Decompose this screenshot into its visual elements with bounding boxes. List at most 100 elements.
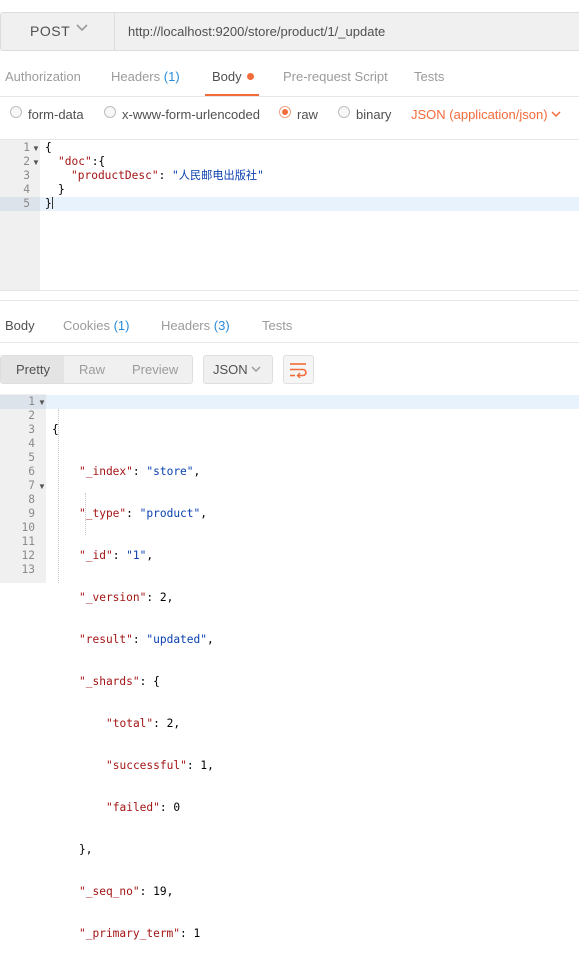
line-number: 5 (28, 451, 35, 464)
preview-button[interactable]: Preview (132, 362, 178, 377)
response-headers-label: Headers (161, 318, 211, 333)
json-number: 2 (166, 717, 174, 730)
json-brace: { (52, 423, 59, 436)
json-brace: } (45, 197, 52, 210)
json-brace: { (45, 141, 52, 154)
radio-binary[interactable] (338, 106, 350, 118)
pretty-label: Pretty (16, 362, 50, 377)
line-number: 12 (21, 549, 35, 562)
raw-label: raw (297, 107, 318, 122)
json-key: "productDesc" (71, 169, 159, 182)
headers-count: (1) (163, 69, 180, 84)
line-number: 11 (21, 535, 35, 548)
urlencoded-label: x-www-form-urlencoded (122, 107, 260, 122)
divider (0, 96, 579, 97)
divider (0, 300, 579, 301)
json-string: "人民邮电出版社" (172, 169, 264, 182)
json-number: 2 (159, 591, 167, 604)
line-number: 7 (28, 479, 35, 492)
request-editor[interactable]: { "doc":{ "productDesc": "人民邮电出版社" } } (45, 141, 264, 211)
json-key: "_index" (79, 465, 133, 478)
response-headers-count: (3) (213, 318, 230, 333)
tab-tests[interactable]: Tests (414, 69, 444, 84)
chevron-down-icon (251, 366, 261, 373)
url-value: http://localhost:9200/store/product/1/_u… (128, 24, 386, 39)
chevron-down-icon (76, 24, 88, 32)
json-string: "updated" (146, 633, 207, 646)
json-key: "total" (106, 717, 154, 730)
line-number: 5 (23, 197, 30, 210)
json-key: "_version" (79, 591, 147, 604)
line-number: 8 (28, 493, 35, 506)
json-string: "1" (126, 549, 147, 562)
json-number: 19 (153, 885, 167, 898)
fold-arrow-icon[interactable]: ▼ (32, 144, 40, 153)
tab-headers-label: Headers (111, 69, 161, 84)
json-punct: : (158, 169, 173, 182)
line-number: 2 (23, 155, 30, 168)
json-key: "_id" (79, 549, 113, 562)
json-number: 0 (173, 801, 181, 814)
fold-arrow-icon[interactable]: ▼ (38, 482, 46, 491)
format-label: JSON (213, 362, 248, 377)
json-number: 1 (200, 759, 208, 772)
chevron-down-icon (551, 111, 561, 118)
tab-headers[interactable]: Headers (1) (111, 69, 180, 84)
text-cursor (51, 197, 53, 209)
line-number: 3 (28, 423, 35, 436)
tab-body[interactable]: Body (212, 69, 254, 84)
line-number: 3 (23, 169, 30, 182)
cookies-label: Cookies (63, 318, 110, 333)
line-number: 6 (28, 465, 35, 478)
line-number: 1 (23, 141, 30, 154)
json-string: "product" (139, 507, 201, 520)
line-number: 13 (21, 563, 35, 576)
fold-arrow-icon[interactable]: ▼ (38, 398, 46, 407)
radio-urlencoded[interactable] (104, 106, 116, 118)
response-body[interactable]: { "_index": "store", "_type": "product",… (52, 395, 214, 955)
response-tab-tests[interactable]: Tests (262, 318, 292, 333)
line-number: 9 (28, 507, 35, 520)
divider (0, 342, 579, 343)
line-number: 10 (21, 521, 35, 534)
json-brace: { (153, 675, 160, 688)
json-key: "result" (79, 633, 133, 646)
binary-label: binary (356, 107, 392, 122)
json-string: "store" (146, 465, 194, 478)
json-key: "successful" (106, 759, 187, 772)
modified-dot-icon (246, 73, 254, 80)
form-data-label: form-data (28, 107, 84, 122)
response-tab-body[interactable]: Body (5, 318, 35, 333)
line-number: 4 (28, 437, 35, 450)
divider (0, 139, 579, 140)
json-brace: } (58, 183, 65, 196)
tab-authorization[interactable]: Authorization (5, 69, 81, 84)
raw-button[interactable]: Raw (79, 362, 105, 377)
json-number: 1 (193, 927, 201, 940)
cookies-count: (1) (113, 318, 130, 333)
line-number: 4 (23, 183, 30, 196)
divider (0, 290, 579, 291)
radio-form-data[interactable] (10, 106, 22, 118)
radio-raw[interactable] (279, 106, 291, 118)
json-key: "failed" (106, 801, 160, 814)
response-tab-headers[interactable]: Headers (3) (161, 318, 230, 333)
json-key: "_seq_no" (79, 885, 140, 898)
json-key: "_type" (79, 507, 127, 520)
response-line-numbers: 1 2 3 4 5 6 7 8 9 10 11 12 13 (5, 395, 35, 577)
json-brace: }, (79, 843, 93, 856)
json-punct: :{ (91, 155, 106, 168)
request-line-numbers: 1 2 3 4 5 (0, 141, 30, 211)
line-number: 2 (28, 409, 35, 422)
json-key: "_shards" (79, 675, 140, 688)
response-tab-cookies[interactable]: Cookies (1) (63, 318, 129, 333)
content-type-dropdown[interactable]: JSON (application/json) (411, 107, 548, 122)
json-key: "doc" (58, 155, 92, 168)
wrap-lines-icon (290, 363, 307, 378)
json-key: "_primary_term" (79, 927, 181, 940)
tab-prerequest-script[interactable]: Pre-request Script (283, 69, 388, 84)
line-number: 1 (28, 395, 35, 408)
fold-arrow-icon[interactable]: ▼ (32, 158, 40, 167)
tab-body-label: Body (212, 69, 242, 84)
method-label: POST (30, 23, 71, 39)
